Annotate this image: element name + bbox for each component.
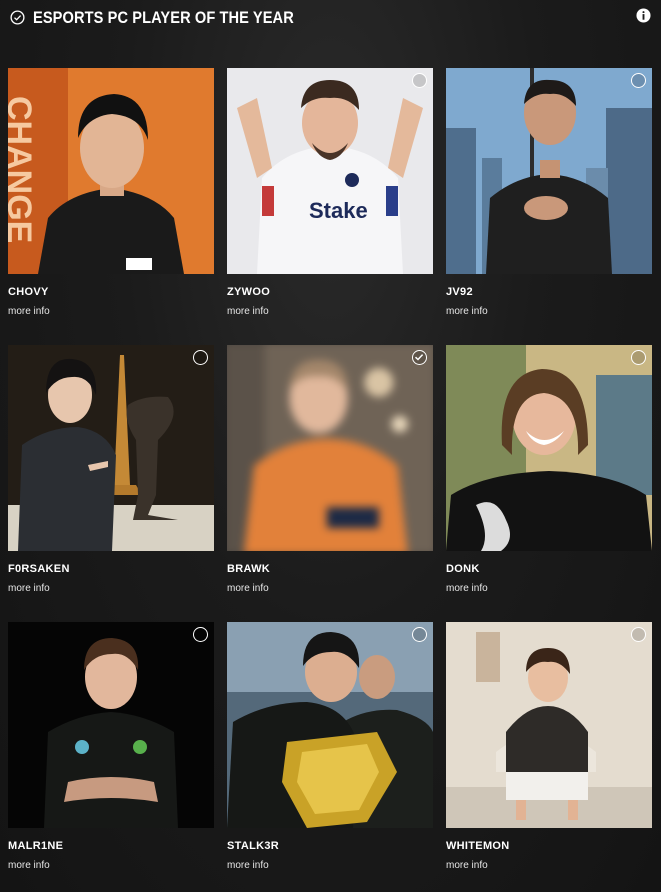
player-card-f0rsaken[interactable]: F0RSAKEN more info bbox=[8, 345, 214, 622]
select-radio-checked[interactable] bbox=[412, 350, 427, 365]
select-radio[interactable] bbox=[412, 627, 427, 642]
player-card-donk[interactable]: DONK more info bbox=[446, 345, 652, 622]
player-photo bbox=[227, 622, 433, 828]
player-card-stalk3r[interactable]: STALK3R more info bbox=[227, 622, 433, 892]
more-info-link[interactable]: more info bbox=[446, 860, 488, 871]
player-name: JV92 bbox=[446, 286, 473, 298]
section-header: ESPORTS PC PLAYER OF THE YEAR bbox=[0, 0, 661, 38]
player-photo bbox=[446, 68, 652, 274]
more-info-link[interactable]: more info bbox=[8, 860, 50, 871]
page-title: ESPORTS PC PLAYER OF THE YEAR bbox=[33, 8, 294, 27]
player-photo bbox=[8, 622, 214, 828]
player-card-chovy[interactable]: CHANGE CHOVY more info bbox=[8, 68, 214, 345]
player-photo: Stake bbox=[227, 68, 433, 274]
player-name: MALR1NE bbox=[8, 840, 64, 852]
more-info-link[interactable]: more info bbox=[227, 860, 269, 871]
select-radio[interactable] bbox=[631, 350, 646, 365]
player-card-jv92[interactable]: JV92 more info bbox=[446, 68, 652, 345]
more-info-link[interactable]: more info bbox=[8, 583, 50, 594]
player-name: DONK bbox=[446, 563, 480, 575]
check-circle-icon bbox=[10, 10, 25, 25]
more-info-link[interactable]: more info bbox=[227, 583, 269, 594]
player-card-brawk[interactable]: BRAWK more info bbox=[227, 345, 433, 622]
select-radio[interactable] bbox=[412, 73, 427, 88]
select-radio[interactable] bbox=[631, 627, 646, 642]
player-name: WHITEMON bbox=[446, 840, 510, 852]
more-info-link[interactable]: more info bbox=[8, 306, 50, 317]
player-name: ZYWOO bbox=[227, 286, 271, 298]
svg-text:CHANGE: CHANGE bbox=[8, 96, 38, 243]
player-photo bbox=[446, 345, 652, 551]
svg-text:Stake: Stake bbox=[309, 198, 368, 223]
player-card-zywoo[interactable]: Stake ZYWOO more info bbox=[227, 68, 433, 345]
player-grid: CHANGE CHOVY more info Stake ZYWOO more … bbox=[8, 68, 652, 892]
select-radio[interactable] bbox=[631, 73, 646, 88]
player-photo bbox=[8, 345, 214, 551]
player-name: STALK3R bbox=[227, 840, 280, 852]
select-radio[interactable] bbox=[193, 350, 208, 365]
checkmark-icon bbox=[414, 354, 424, 361]
player-photo: CHANGE bbox=[8, 68, 214, 274]
more-info-link[interactable]: more info bbox=[446, 306, 488, 317]
player-photo bbox=[446, 622, 652, 828]
info-icon[interactable] bbox=[636, 8, 651, 23]
player-name: F0RSAKEN bbox=[8, 563, 70, 575]
select-radio[interactable] bbox=[193, 627, 208, 642]
more-info-link[interactable]: more info bbox=[446, 583, 488, 594]
player-name: CHOVY bbox=[8, 286, 49, 298]
player-card-whitemon[interactable]: WHITEMON more info bbox=[446, 622, 652, 892]
player-photo bbox=[227, 345, 433, 551]
more-info-link[interactable]: more info bbox=[227, 306, 269, 317]
player-card-malr1ne[interactable]: MALR1NE more info bbox=[8, 622, 214, 892]
player-name: BRAWK bbox=[227, 563, 271, 575]
